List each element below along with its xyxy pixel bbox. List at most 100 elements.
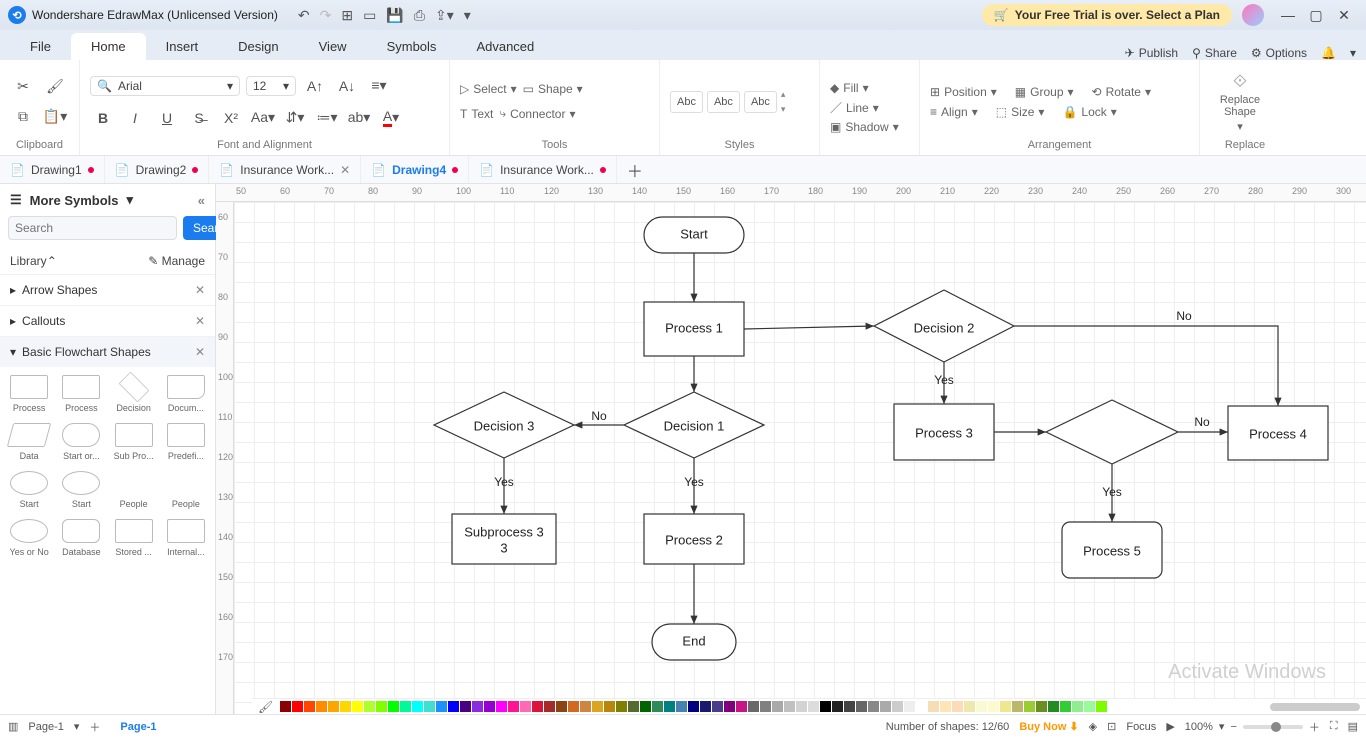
remove-cat-icon[interactable]: ✕ <box>195 283 205 297</box>
color-swatch[interactable] <box>424 701 435 712</box>
cat-callouts[interactable]: ▸ Callouts✕ <box>0 305 215 336</box>
shape-start[interactable]: Start <box>4 467 54 513</box>
color-swatch[interactable] <box>340 701 351 712</box>
h-scrollbar-thumb[interactable] <box>1270 703 1360 711</box>
format-painter-icon[interactable]: 🖌 <box>42 74 68 100</box>
color-swatch[interactable] <box>532 701 543 712</box>
minimize-button[interactable]: — <box>1274 7 1302 23</box>
close-button[interactable]: ✕ <box>1330 7 1358 24</box>
share-button[interactable]: ⚲ Share <box>1192 46 1237 60</box>
color-swatch[interactable] <box>1072 701 1083 712</box>
color-swatch[interactable] <box>484 701 495 712</box>
fill-button[interactable]: ◆ Fill▾ <box>830 81 899 95</box>
color-swatch[interactable] <box>760 701 771 712</box>
color-swatch[interactable] <box>940 701 951 712</box>
canvas[interactable]: 5060708090100110120130140150160170180190… <box>216 184 1366 714</box>
menu-design[interactable]: Design <box>218 33 298 60</box>
zoom-in-button[interactable]: ＋ <box>1309 719 1320 735</box>
layers-icon[interactable]: ◈ <box>1089 720 1097 733</box>
color-swatch[interactable] <box>652 701 663 712</box>
color-swatch[interactable] <box>1096 701 1107 712</box>
color-swatch[interactable] <box>688 701 699 712</box>
color-swatch[interactable] <box>1024 701 1035 712</box>
select-tool[interactable]: ▷ Select ▾ <box>460 82 517 96</box>
color-swatch[interactable] <box>376 701 387 712</box>
color-swatch[interactable] <box>676 701 687 712</box>
menu-insert[interactable]: Insert <box>146 33 219 60</box>
color-swatch[interactable] <box>448 701 459 712</box>
cat-basic-flowchart[interactable]: ▾ Basic Flowchart Shapes✕ <box>0 336 215 367</box>
group-button[interactable]: ▦ Group▾ <box>1015 85 1074 99</box>
color-swatch[interactable] <box>316 701 327 712</box>
remove-cat-icon[interactable]: ✕ <box>195 345 205 359</box>
add-tab-button[interactable]: ＋ <box>617 158 653 182</box>
user-avatar[interactable] <box>1242 4 1264 26</box>
cut-icon[interactable]: ✂ <box>10 74 36 100</box>
color-swatch[interactable] <box>700 701 711 712</box>
color-swatch[interactable] <box>328 701 339 712</box>
color-swatch[interactable] <box>856 701 867 712</box>
color-swatch[interactable] <box>832 701 843 712</box>
page-tab[interactable]: Page-1 <box>110 721 166 733</box>
color-swatch[interactable] <box>1048 701 1059 712</box>
zoom-slider[interactable] <box>1243 725 1303 729</box>
color-swatch[interactable] <box>580 701 591 712</box>
text-tool[interactable]: T Text <box>460 107 493 121</box>
color-swatch[interactable] <box>460 701 471 712</box>
shape-yes or no[interactable]: Yes or No <box>4 515 54 561</box>
shape-docum...[interactable]: Docum... <box>161 371 211 417</box>
shape-people[interactable]: People <box>161 467 211 513</box>
color-swatch[interactable] <box>880 701 891 712</box>
close-tab-icon[interactable]: ✕ <box>340 163 350 177</box>
size-button[interactable]: ⬚ Size▾ <box>996 105 1045 119</box>
color-swatch[interactable] <box>1000 701 1011 712</box>
new-icon[interactable]: ⊞ <box>341 7 353 24</box>
collapse-ribbon-icon[interactable]: ▾ <box>1350 46 1356 60</box>
color-swatch[interactable] <box>784 701 795 712</box>
superscript-icon[interactable]: X² <box>218 105 244 131</box>
tab-drawing2[interactable]: 📄 Drawing2 <box>105 156 210 183</box>
tab-insurance1[interactable]: 📄 Insurance Work...✕ <box>209 156 361 183</box>
color-swatch[interactable] <box>412 701 423 712</box>
color-swatch[interactable] <box>568 701 579 712</box>
shape-start[interactable]: Start <box>56 467 106 513</box>
play-icon[interactable]: ▶ <box>1166 720 1174 733</box>
color-swatch[interactable] <box>928 701 939 712</box>
italic-icon[interactable]: I <box>122 105 148 131</box>
library-label[interactable]: Library <box>10 254 47 268</box>
color-swatch[interactable] <box>496 701 507 712</box>
rotate-button[interactable]: ⟲ Rotate▾ <box>1092 85 1151 99</box>
color-swatch[interactable] <box>808 701 819 712</box>
case-icon[interactable]: Aa▾ <box>250 105 276 131</box>
color-swatch[interactable] <box>964 701 975 712</box>
publish-button[interactable]: ✈ Publish <box>1125 46 1178 60</box>
tab-insurance2[interactable]: 📄 Insurance Work... <box>469 156 617 183</box>
menu-home[interactable]: Home <box>71 33 146 60</box>
color-swatch[interactable] <box>976 701 987 712</box>
zoom-value[interactable]: 100% <box>1185 721 1213 733</box>
add-page-button[interactable]: ＋ <box>89 719 100 735</box>
replace-shape-button[interactable]: ⟐ Replace Shape▾ <box>1210 71 1270 133</box>
color-swatch[interactable] <box>712 701 723 712</box>
shape-process[interactable]: Process <box>4 371 54 417</box>
highlight-icon[interactable]: ab▾ <box>346 105 372 131</box>
shape-start or...[interactable]: Start or... <box>56 419 106 465</box>
color-swatch[interactable] <box>400 701 411 712</box>
color-swatch[interactable] <box>664 701 675 712</box>
page-select[interactable]: Page-1 <box>28 721 63 733</box>
color-swatch[interactable] <box>628 701 639 712</box>
color-swatch[interactable] <box>916 701 927 712</box>
color-swatch[interactable] <box>352 701 363 712</box>
focus-button[interactable]: Focus <box>1126 721 1156 733</box>
color-swatch[interactable] <box>1012 701 1023 712</box>
color-swatch[interactable] <box>508 701 519 712</box>
color-swatch[interactable] <box>796 701 807 712</box>
menu-symbols[interactable]: Symbols <box>367 33 457 60</box>
options-button[interactable]: ⚙ Options <box>1251 46 1307 60</box>
color-swatch[interactable] <box>592 701 603 712</box>
zoom-out-button[interactable]: − <box>1230 721 1236 733</box>
export-icon[interactable]: ⇪▾ <box>435 7 454 24</box>
cat-arrow-shapes[interactable]: ▸ Arrow Shapes✕ <box>0 274 215 305</box>
color-swatch[interactable] <box>952 701 963 712</box>
color-swatch[interactable] <box>772 701 783 712</box>
